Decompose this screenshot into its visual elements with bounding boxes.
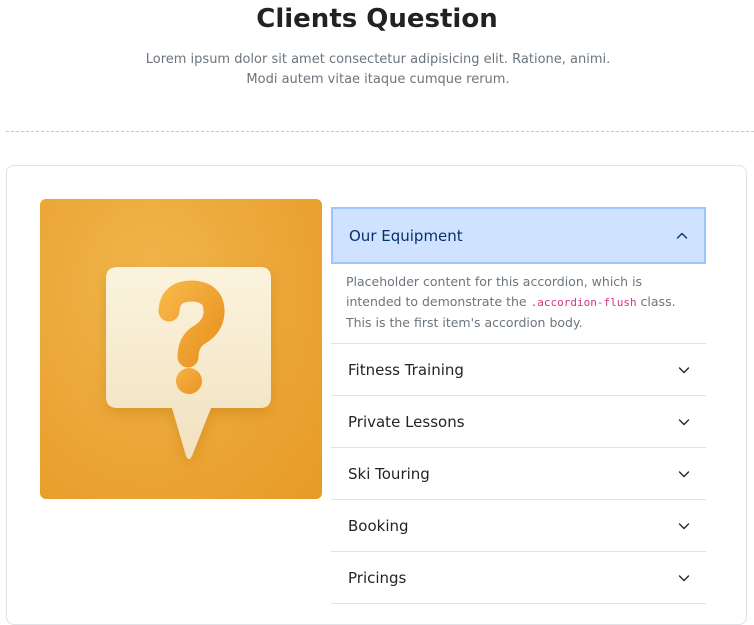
section-subtitle: Lorem ipsum dolor sit amet consectetur a… (145, 52, 611, 87)
accordion-item-booking[interactable]: Booking (331, 500, 706, 552)
accordion-item-private-lessons[interactable]: Private Lessons (331, 396, 706, 448)
faq-illustration (40, 199, 322, 499)
section-divider (6, 131, 754, 132)
accordion-item-fitness-training[interactable]: Fitness Training (331, 344, 706, 396)
chevron-down-icon (678, 418, 690, 425)
section-title: Clients Question (256, 4, 498, 34)
accordion-item-pricings[interactable]: Pricings (331, 552, 706, 604)
accordion-item-our-equipment[interactable]: Our Equipment (331, 207, 706, 264)
accordion-item-label: Pricings (348, 568, 407, 587)
chevron-down-icon (678, 522, 690, 529)
accordion-item-label: Our Equipment (349, 226, 463, 245)
faq-accordion: Our Equipment Placeholder content for th… (331, 207, 706, 604)
accordion-body: Placeholder content for this accordion, … (331, 264, 706, 344)
chevron-down-icon (678, 574, 690, 581)
chevron-down-icon (678, 366, 690, 373)
accordion-item-label: Private Lessons (348, 412, 465, 431)
accordion-item-ski-touring[interactable]: Ski Touring (331, 448, 706, 500)
chevron-up-icon (676, 232, 688, 239)
accordion-item-label: Fitness Training (348, 360, 464, 379)
question-bubble-icon (106, 267, 271, 459)
accordion-item-label: Booking (348, 516, 409, 535)
chevron-down-icon (678, 470, 690, 477)
accordion-body-code: .accordion-flush (530, 296, 637, 309)
accordion-item-label: Ski Touring (348, 464, 430, 483)
